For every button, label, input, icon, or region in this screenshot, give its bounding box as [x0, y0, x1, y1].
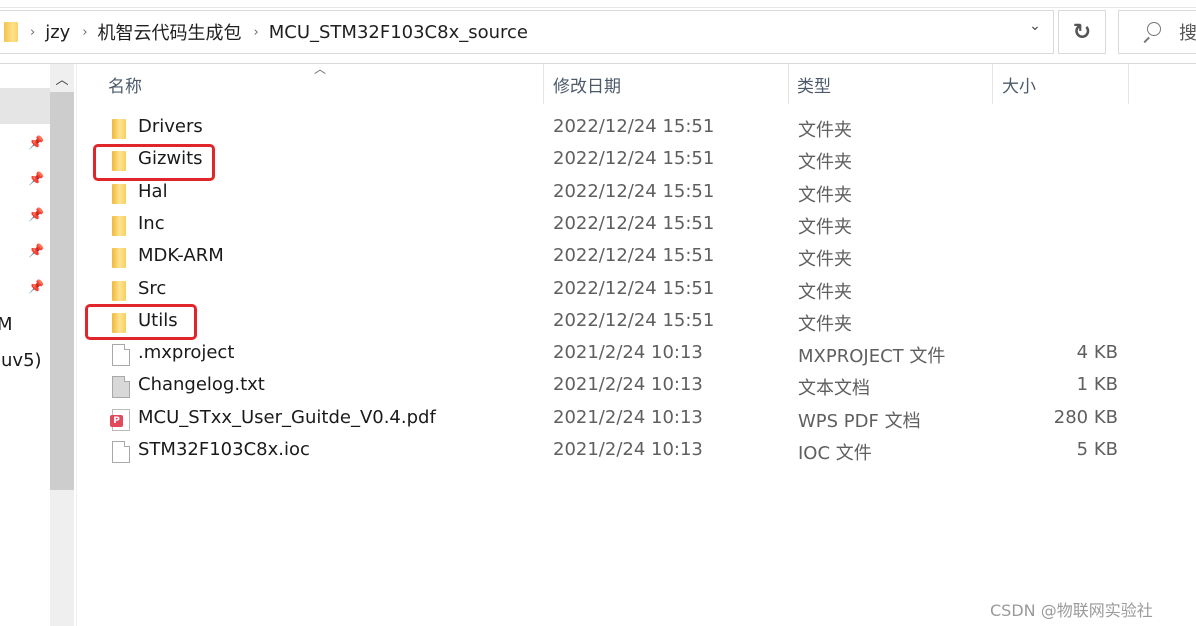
watermark: CSDN @物联网实验社	[990, 601, 1153, 620]
file-size: 4 KB	[1076, 342, 1118, 364]
window-top-strip	[0, 0, 1196, 8]
chevron-right-icon[interactable]: ›	[82, 25, 87, 40]
nav-item[interactable]: (uv5)	[0, 350, 42, 371]
file-type: WPS PDF 文档	[798, 410, 921, 432]
folder-icon	[4, 22, 18, 42]
pin-icon[interactable]: 📌	[28, 172, 44, 188]
nav-item[interactable]: M	[0, 314, 13, 335]
pane-divider[interactable]	[76, 64, 77, 626]
file-row[interactable]: Gizwits 2022/12/24 15:51 文件夹	[80, 145, 1196, 177]
column-header-size-label: 大小	[1002, 76, 1036, 97]
search-icon	[1141, 22, 1161, 42]
file-name[interactable]: STM32F103C8x.ioc	[138, 439, 310, 460]
file-date: 2022/12/24 15:51	[553, 148, 715, 170]
file-type: 文件夹	[798, 281, 852, 303]
file-size: 280 KB	[1053, 406, 1118, 428]
column-resize-handle[interactable]	[1128, 64, 1129, 104]
file-icon	[112, 344, 130, 367]
column-header-date-label: 修改日期	[553, 76, 621, 97]
breadcrumb-current-folder[interactable]: MCU_STM32F103C8x_source	[269, 22, 528, 43]
file-name[interactable]: .mxproject	[138, 342, 234, 363]
file-name[interactable]: Drivers	[138, 116, 203, 137]
highlight-box-gizwits	[93, 144, 215, 181]
text-file-icon	[112, 376, 130, 399]
column-resize-handle[interactable]	[788, 64, 789, 104]
pin-icon[interactable]: 📌	[28, 136, 44, 152]
file-date: 2022/12/24 15:51	[553, 309, 715, 331]
file-name[interactable]: Src	[138, 278, 166, 299]
file-type: 文件夹	[798, 313, 852, 335]
chevron-right-icon[interactable]: ›	[30, 25, 35, 40]
file-date: 2022/12/24 15:51	[553, 212, 715, 234]
navigation-pane: 📌 📌 📌 📌 📌 M (uv5)	[0, 64, 50, 626]
column-header-name-label: 名称	[108, 76, 142, 97]
scroll-up-arrow-icon[interactable]: ︿	[50, 64, 74, 92]
file-row[interactable]: STM32F103C8x.ioc 2021/2/24 10:13 IOC 文件 5 K…	[80, 436, 1196, 468]
file-row[interactable]: P MCU_STxx_User_Guitde_V0.4.pdf 2021/2/24 …	[80, 404, 1196, 436]
file-date: 2022/12/24 15:51	[553, 277, 715, 299]
pdf-file-icon: P	[110, 408, 130, 431]
file-date: 2022/12/24 15:51	[553, 180, 715, 202]
file-row[interactable]: Utils 2022/12/24 15:51 文件夹	[80, 307, 1196, 339]
column-header-type-label: 类型	[797, 76, 831, 97]
pin-icon[interactable]: 📌	[28, 208, 44, 224]
file-type: MXPROJECT 文件	[798, 346, 946, 368]
file-row[interactable]: Inc 2022/12/24 15:51 文件夹	[80, 210, 1196, 242]
file-row[interactable]: Hal 2022/12/24 15:51 文件夹	[80, 178, 1196, 210]
column-header-date[interactable]: 修改日期	[553, 64, 783, 104]
file-type: 文件夹	[798, 184, 852, 206]
folder-icon	[112, 215, 126, 236]
column-header-name[interactable]: 名称	[108, 64, 538, 104]
file-date: 2022/12/24 15:51	[553, 245, 715, 267]
file-type: 文件夹	[798, 249, 852, 271]
file-size: 1 KB	[1076, 374, 1118, 396]
file-name[interactable]: Inc	[138, 213, 165, 234]
file-name[interactable]: Hal	[138, 181, 168, 202]
file-type: 文本文档	[798, 378, 870, 400]
breadcrumb-code-package[interactable]: 机智云代码生成包	[98, 19, 242, 45]
pdf-badge-icon: P	[110, 414, 123, 427]
file-row[interactable]: Drivers 2022/12/24 15:51 文件夹	[80, 113, 1196, 145]
search-placeholder: 搜	[1179, 23, 1196, 44]
refresh-icon: ↻	[1072, 19, 1092, 45]
file-date: 2021/2/24 10:13	[553, 374, 703, 396]
file-size: 5 KB	[1076, 439, 1118, 460]
file-row[interactable]: .mxproject 2021/2/24 10:13 MXPROJECT 文件 4 K…	[80, 339, 1196, 371]
column-resize-handle[interactable]	[543, 64, 544, 104]
file-date: 2021/2/24 10:13	[553, 439, 703, 460]
file-name[interactable]: MCU_STxx_User_Guitde_V0.4.pdf	[138, 407, 436, 428]
address-bar[interactable]: › jzy › 机智云代码生成包 › MCU_STM32F103C8x_sour…	[0, 10, 1054, 54]
file-name[interactable]: MDK-ARM	[138, 245, 224, 266]
file-type: 文件夹	[798, 152, 852, 174]
breadcrumb-jzy[interactable]: jzy	[45, 22, 70, 43]
folder-icon	[112, 183, 126, 204]
file-date: 2022/12/24 15:51	[553, 116, 715, 137]
refresh-button[interactable]: ↻	[1058, 10, 1106, 54]
column-resize-handle[interactable]	[992, 64, 993, 104]
nav-selected-item[interactable]	[0, 88, 50, 124]
column-header-size[interactable]: 大小	[1002, 64, 1127, 104]
file-type: IOC 文件	[798, 443, 872, 464]
pin-icon[interactable]: 📌	[28, 244, 44, 260]
file-row[interactable]: Changelog.txt 2021/2/24 10:13 文本文档 1 KB	[80, 371, 1196, 403]
nav-scrollbar-thumb[interactable]	[50, 92, 74, 490]
highlight-box-utils	[85, 304, 197, 340]
file-icon	[112, 441, 130, 463]
search-box[interactable]: 搜	[1118, 10, 1196, 54]
file-date: 2021/2/24 10:13	[553, 342, 703, 364]
file-date: 2021/2/24 10:13	[553, 406, 703, 428]
address-history-chevron-down-icon[interactable]: ⌄	[1026, 18, 1044, 36]
file-row[interactable]: Src 2022/12/24 15:51 文件夹	[80, 275, 1196, 307]
chevron-right-icon[interactable]: ›	[254, 25, 259, 40]
folder-icon	[112, 248, 126, 269]
folder-icon	[112, 280, 126, 301]
column-header-type[interactable]: 类型	[797, 64, 987, 104]
file-type: 文件夹	[798, 120, 852, 141]
file-name[interactable]: Changelog.txt	[138, 374, 265, 395]
file-type: 文件夹	[798, 216, 852, 238]
file-row[interactable]: MDK-ARM 2022/12/24 15:51 文件夹	[80, 242, 1196, 274]
folder-icon	[112, 119, 126, 139]
pin-icon[interactable]: 📌	[28, 280, 44, 296]
